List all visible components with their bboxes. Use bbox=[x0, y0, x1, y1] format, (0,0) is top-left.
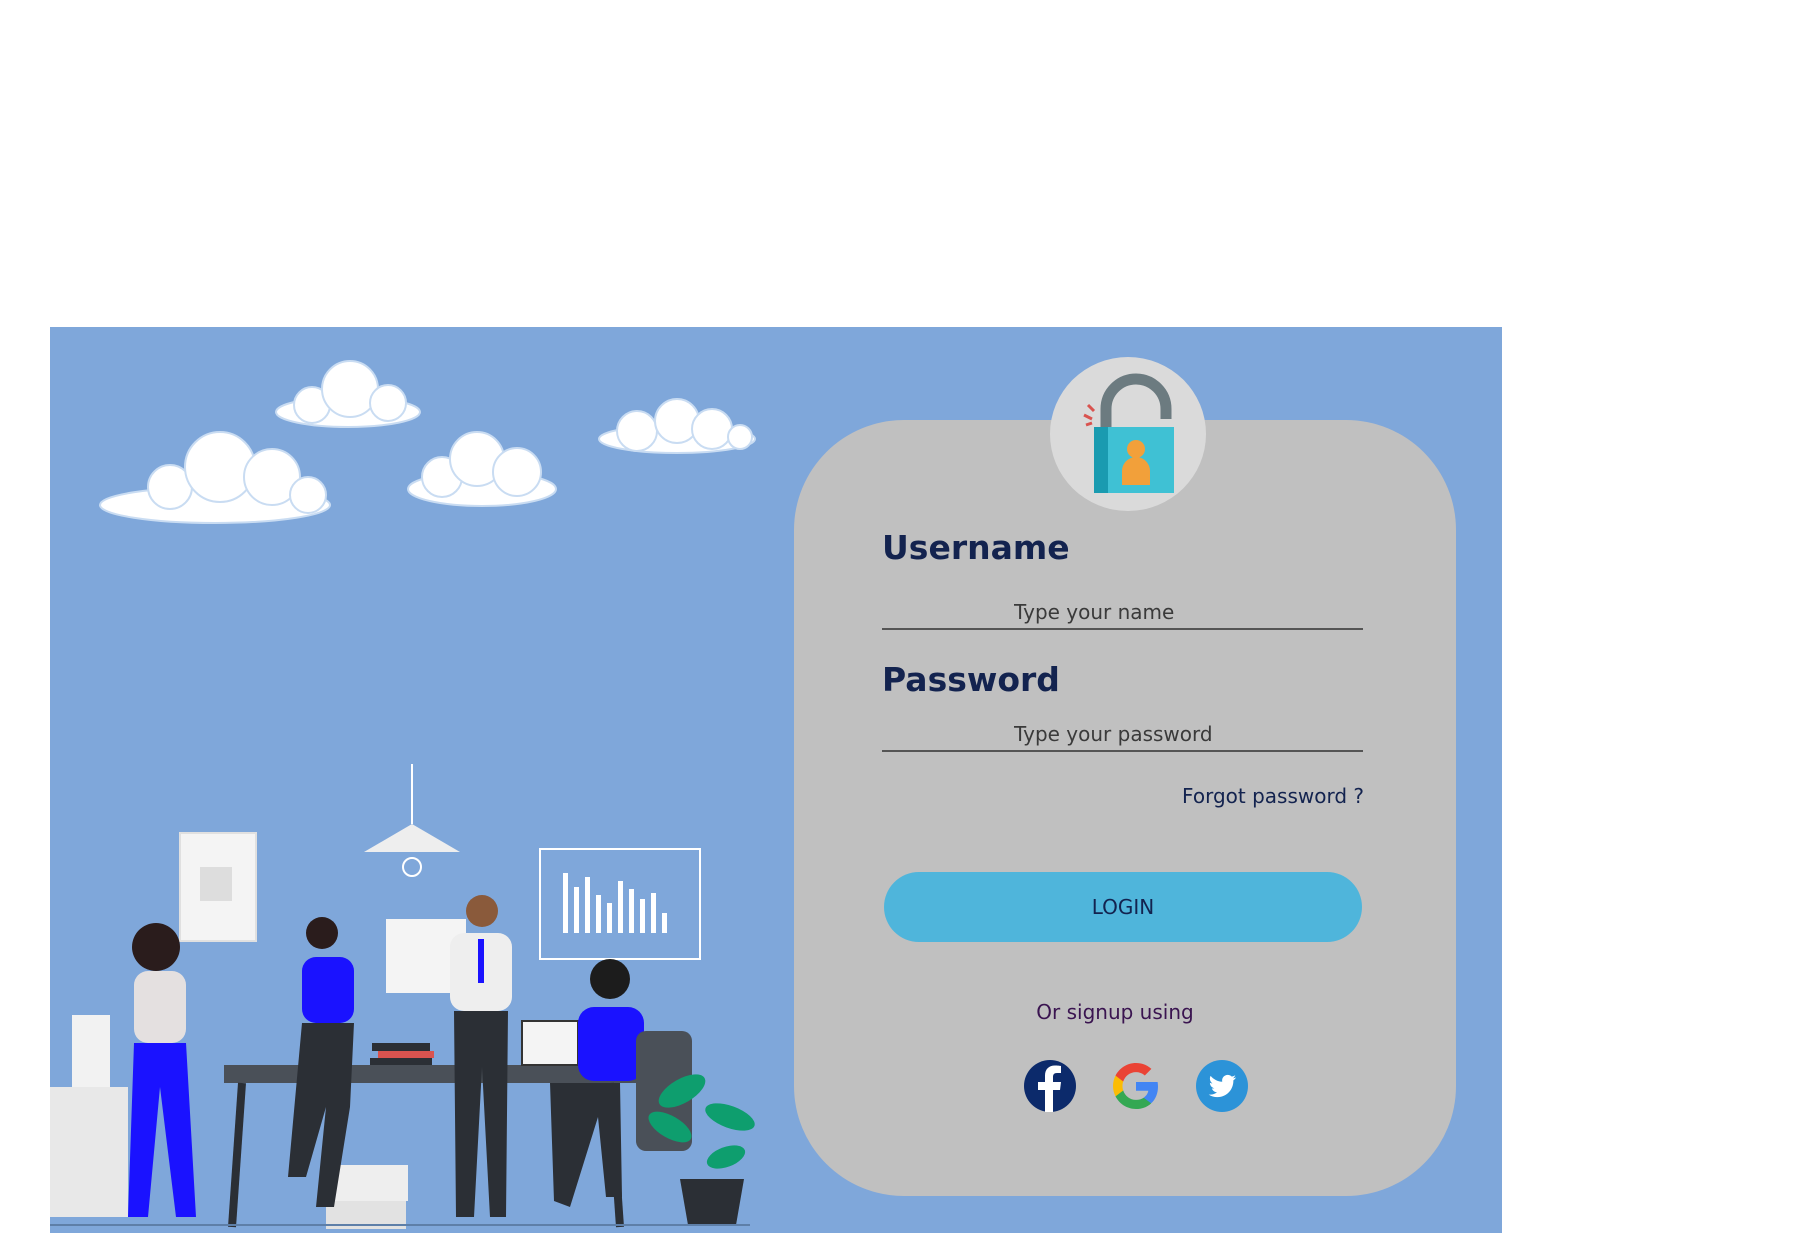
forgot-password-link[interactable]: Forgot password ? bbox=[1182, 784, 1364, 808]
password-input[interactable] bbox=[882, 718, 1363, 752]
facebook-icon[interactable] bbox=[1024, 1060, 1076, 1112]
cloud-icon bbox=[598, 398, 756, 454]
password-label: Password bbox=[882, 660, 1060, 699]
lock-badge bbox=[1050, 357, 1206, 511]
username-input[interactable] bbox=[882, 596, 1363, 630]
signup-text: Or signup using bbox=[1036, 1000, 1194, 1024]
cloud-icon bbox=[275, 360, 421, 428]
username-label: Username bbox=[882, 528, 1070, 567]
twitter-icon[interactable] bbox=[1196, 1060, 1248, 1112]
lock-user-icon bbox=[1083, 373, 1174, 493]
cloud-icon bbox=[407, 431, 557, 507]
google-icon[interactable] bbox=[1110, 1060, 1162, 1112]
login-button[interactable]: LOGIN bbox=[884, 872, 1362, 942]
login-panel: Username Password Forgot password ? LOGI… bbox=[50, 327, 1502, 1233]
cloud-icon bbox=[99, 431, 331, 524]
